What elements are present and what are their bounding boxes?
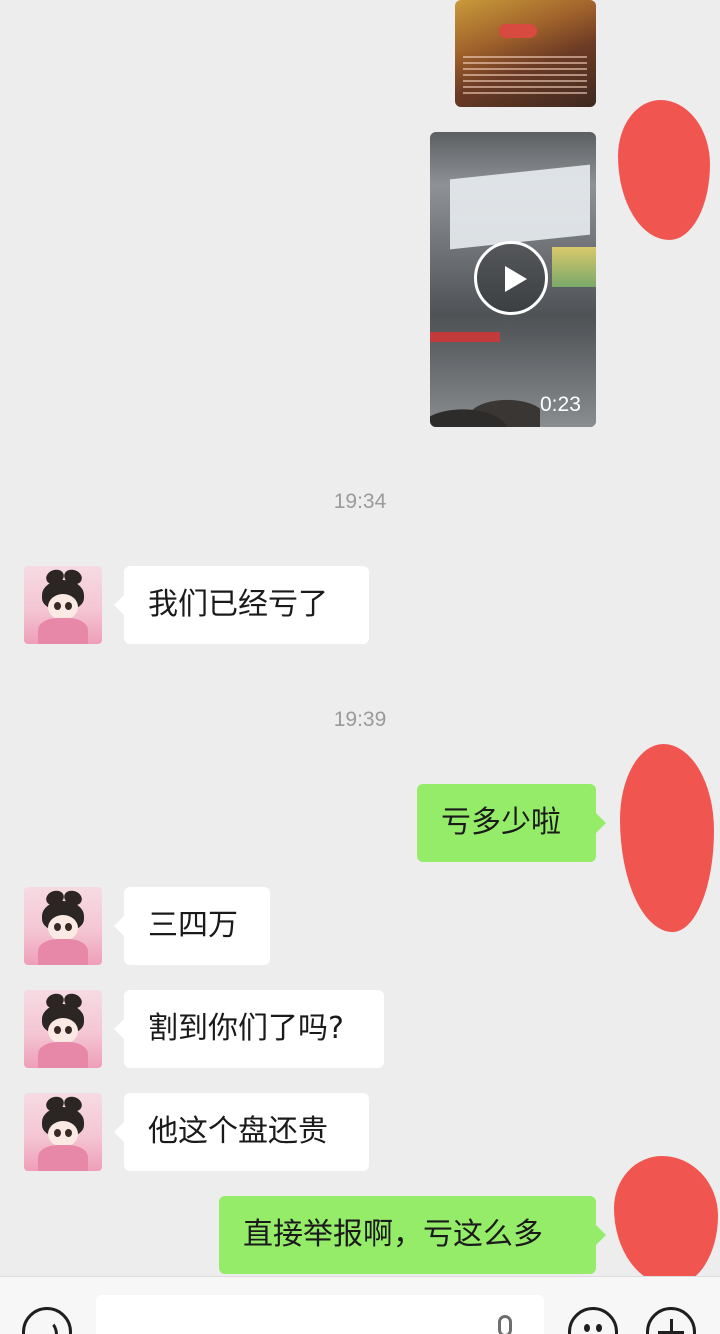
eye — [65, 602, 72, 610]
background-banner — [552, 247, 596, 287]
eye — [65, 1026, 72, 1034]
message-input[interactable] — [96, 1295, 544, 1334]
message-bubble-outgoing[interactable]: 亏多少啦 — [417, 784, 606, 862]
face — [48, 1018, 78, 1044]
face — [48, 915, 78, 941]
message-bubble-outgoing[interactable]: 直接举报啊，亏这么多 — [219, 1196, 606, 1274]
eye — [65, 923, 72, 931]
mic-icon[interactable] — [498, 1315, 512, 1334]
eye — [54, 923, 61, 931]
avatar[interactable] — [24, 566, 102, 644]
redaction-mark — [620, 744, 714, 932]
image-caption-lines — [463, 56, 587, 94]
red-table — [430, 332, 500, 342]
image-message[interactable] — [455, 0, 596, 107]
avatar[interactable] — [24, 887, 102, 965]
plus-icon[interactable] — [646, 1307, 696, 1334]
message-bubble-incoming[interactable]: 他这个盘还贵 — [114, 1093, 369, 1171]
dress — [38, 939, 88, 965]
eye — [54, 1129, 61, 1137]
dress — [38, 618, 88, 644]
play-icon[interactable] — [474, 241, 548, 315]
voice-icon[interactable] — [22, 1307, 72, 1334]
eye — [54, 602, 61, 610]
chat-screen: 0:23 19:34 我们已经亏了 19:39 亏多少啦 三四万 割到你们了吗?… — [0, 0, 720, 1334]
emoji-icon[interactable] — [568, 1307, 618, 1334]
dress — [38, 1042, 88, 1068]
crowd — [430, 394, 540, 427]
message-bubble-incoming[interactable]: 割到你们了吗? — [114, 990, 384, 1068]
avatar[interactable] — [24, 1093, 102, 1171]
dress — [38, 1145, 88, 1171]
image-label-badge — [499, 24, 537, 38]
face — [48, 1121, 78, 1147]
video-duration: 0:23 — [540, 393, 581, 416]
face — [48, 594, 78, 620]
message-bubble-incoming[interactable]: 我们已经亏了 — [114, 566, 369, 644]
eye — [54, 1026, 61, 1034]
avatar[interactable] — [24, 990, 102, 1068]
timestamp: 19:34 — [333, 490, 387, 513]
redaction-mark — [614, 1156, 718, 1286]
ceiling-light — [450, 164, 590, 250]
message-bubble-incoming[interactable]: 三四万 — [114, 887, 270, 965]
eye — [65, 1129, 72, 1137]
input-bar — [0, 1276, 720, 1334]
redaction-mark — [618, 100, 710, 240]
timestamp: 19:39 — [333, 708, 387, 731]
